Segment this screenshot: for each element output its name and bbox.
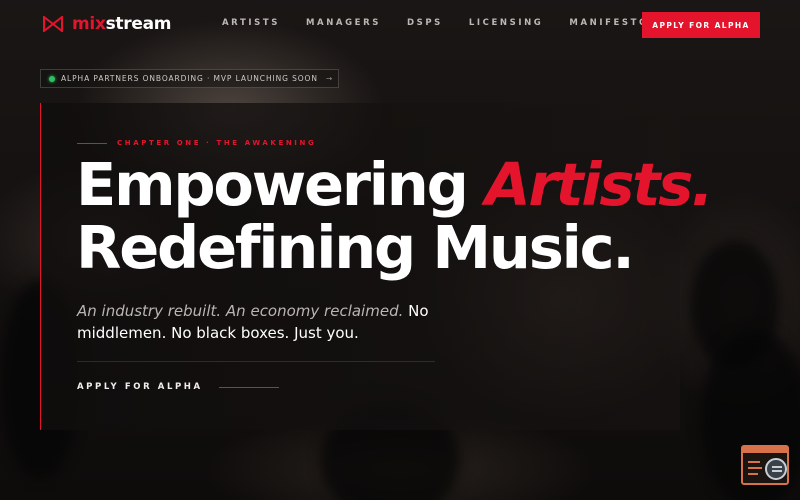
subheadline-italic: An industry rebuilt. An economy reclaime…: [77, 302, 404, 320]
headline-line1: Empowering Artists.: [76, 150, 714, 219]
nav-item-managers[interactable]: MANAGERS: [306, 18, 381, 28]
announcement-text: ALPHA PARTNERS ONBOARDING · MVP LAUNCHIN…: [61, 74, 318, 83]
nav-item-dsps[interactable]: DSPS: [407, 18, 443, 28]
brand-logo[interactable]: mixstream: [43, 14, 171, 34]
headline-accent: Artists.: [484, 150, 714, 219]
main-nav: ARTISTS MANAGERS DSPS LICENSING MANIFEST…: [222, 18, 675, 28]
announcement-banner[interactable]: ALPHA PARTNERS ONBOARDING · MVP LAUNCHIN…: [40, 69, 339, 88]
apply-link-line: [218, 386, 279, 388]
arrow-right-icon: →: [325, 74, 334, 83]
hero-subheadline: An industry rebuilt. An economy reclaime…: [77, 300, 437, 344]
status-dot-icon: [49, 75, 55, 82]
hero-headline: Empowering Artists. Redefining Music.: [76, 153, 714, 282]
apply-for-alpha-link[interactable]: APPLY FOR ALPHA: [77, 382, 279, 392]
hero-divider: [77, 361, 435, 362]
nav-item-licensing[interactable]: LICENSING: [469, 18, 544, 28]
chapter-divider-line: [77, 142, 107, 144]
nav-item-artists[interactable]: ARTISTS: [222, 18, 280, 28]
chapter-label: CHAPTER ONE · THE AWAKENING: [77, 139, 316, 147]
brand-name: mixstream: [72, 14, 172, 34]
bowtie-logo-icon: [43, 16, 63, 32]
page-search-icon: [765, 458, 787, 480]
headline-line2: Redefining Music.: [76, 213, 635, 282]
chapter-text: CHAPTER ONE · THE AWAKENING: [117, 139, 317, 147]
hero-card: CHAPTER ONE · THE AWAKENING Empowering A…: [40, 103, 714, 430]
nav-item-manifesto[interactable]: MANIFESTO: [569, 18, 648, 28]
site-header: mixstream ARTISTS MANAGERS DSPS LICENSIN…: [0, 0, 800, 50]
page-search-widget[interactable]: [741, 445, 789, 485]
widget-titlebar: [743, 447, 787, 453]
apply-for-alpha-button[interactable]: APPLY FOR ALPHA: [642, 12, 760, 38]
apply-link-label: APPLY FOR ALPHA: [77, 382, 203, 392]
